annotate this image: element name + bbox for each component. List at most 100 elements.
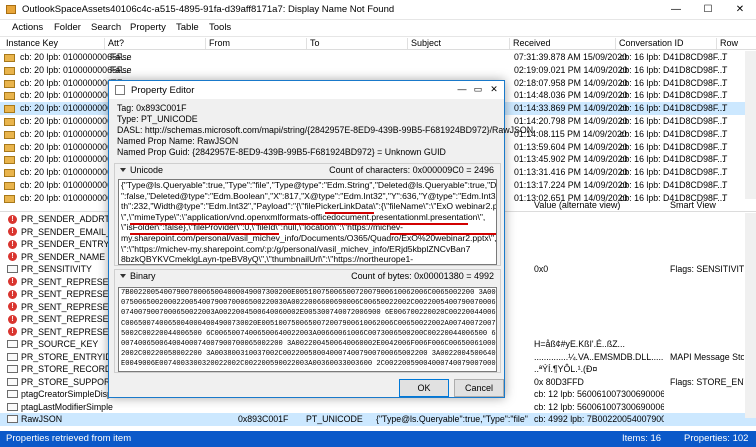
binary-hex-line: 5002C00220044006500 6C006500740065006400… <box>121 329 497 338</box>
unicode-text-line: ":false,"Deleted@type":"Edm.Boolean","X"… <box>121 190 497 201</box>
col-row[interactable]: Row <box>720 38 738 48</box>
maximize-button[interactable]: ☐ <box>692 0 724 20</box>
status-properties-count: Properties: 102 <box>684 433 749 444</box>
property-name: RawJSON <box>21 414 63 424</box>
property-icon <box>7 340 18 348</box>
col-conversation-id[interactable]: Conversation ID <box>619 38 684 48</box>
message-conversation-id: cb: 16 lpb: D41D8CD98F... <box>620 77 725 88</box>
message-row-flag: T <box>722 90 728 101</box>
dialog-close-icon[interactable]: ✕ <box>487 82 501 96</box>
unicode-char-count: Count of characters: 0x000009C0 = 2496 <box>329 165 494 175</box>
property-icon <box>7 402 18 411</box>
prop-tag: Tag: 0x893C001F <box>117 103 187 113</box>
message-row-flag: T <box>722 103 728 114</box>
property-value-alternate: cb: 12 lpb: 560061007300690006... <box>534 389 664 399</box>
envelope-app-icon <box>6 5 16 14</box>
message-row[interactable]: cb: 20 lpb: 01000000065F... False 02:19:09… <box>0 64 756 77</box>
menu-table[interactable]: Table <box>176 22 199 33</box>
dialog-title-bar: Property Editor — ▭ ✕ <box>109 81 504 99</box>
unicode-text-editor[interactable]: {"Type@ls.Queryable":true,"Type":"file",… <box>118 179 497 265</box>
message-received: 02:19:09.021 PM 14/09/2020 <box>514 64 628 75</box>
col-subject[interactable]: Subject <box>411 38 441 48</box>
minimize-button[interactable]: — <box>660 0 692 20</box>
message-conversation-id: cb: 16 lpb: D41D8CD98F... <box>620 90 725 101</box>
property-row[interactable]: RawJSON 0x893C001F PT_UNICODE {"Type@ls.Que… <box>0 413 756 426</box>
message-row-flag: T <box>722 154 728 165</box>
envelope-icon <box>4 182 15 190</box>
binary-hex-line: E0049006E0074003300320022002C00220059002… <box>121 360 497 369</box>
property-name: PR_SENDER_NAME <box>21 251 106 262</box>
col-value-alternate[interactable]: Value (alternate view) <box>534 200 620 210</box>
error-icon: ! <box>8 239 17 249</box>
binary-hex-line: 7B00220054007900700065004000049007300200… <box>121 289 497 297</box>
unicode-text-line: \":\"https://michev-my.sharepoint.com/:p… <box>121 243 471 254</box>
property-smart-view: MAPI Message Stor... <box>670 351 744 362</box>
message-row-flag: T <box>722 141 728 152</box>
cancel-button[interactable]: Cancel <box>454 379 504 397</box>
message-row-flag: T <box>722 52 728 62</box>
message-row[interactable]: cb: 20 lpb: 01000000065F... False 07:31:39… <box>0 51 756 64</box>
property-icon <box>7 390 18 398</box>
col-from[interactable]: From <box>209 38 230 48</box>
unicode-label: Unicode <box>130 165 164 175</box>
unicode-text-line: {"Type@ls.Queryable":true,"Type":"file",… <box>121 180 497 190</box>
error-icon: ! <box>8 289 17 299</box>
property-value-alternate: cb: 4992 lpb: 7B0022005400790070... <box>534 414 664 424</box>
menu-folder[interactable]: Folder <box>54 22 81 33</box>
message-conversation-id: cb: 16 lpb: D41D8CD98F... <box>620 52 725 62</box>
unicode-text-line: th":232,"Width@type":"Edm.Int32","Payloa… <box>121 201 497 212</box>
prop-type: Type: PT_UNICODE <box>117 114 198 124</box>
col-attachment[interactable]: Att? <box>108 38 124 48</box>
property-list-scrollbar[interactable] <box>745 213 756 418</box>
message-conversation-id: cb: 16 lpb: D41D8CD98F... <box>620 116 725 126</box>
menu-tools[interactable]: Tools <box>209 22 231 33</box>
collapse-triangle-icon <box>120 168 126 172</box>
property-value-alternate: ..............¼.VA..EMSMDB.DLL........ <box>534 351 664 362</box>
property-name: PR_SENT_REPRESENTING_... <box>21 289 113 299</box>
collapse-triangle-icon <box>120 274 126 278</box>
ok-button[interactable]: OK <box>399 379 449 397</box>
error-icon: ! <box>8 214 17 224</box>
col-received[interactable]: Received <box>513 38 551 48</box>
col-to[interactable]: To <box>310 38 320 48</box>
envelope-icon <box>4 66 15 75</box>
envelope-icon <box>4 156 15 165</box>
message-received: 01:13:59.604 PM 14/09/2020 <box>514 141 628 152</box>
binary-hex-editor[interactable]: 7B00220054007900700065004000049007300200… <box>118 287 497 372</box>
error-icon: ! <box>8 277 17 286</box>
binary-hex-line: C0065007400650040004004900730020E0051007… <box>121 319 497 328</box>
property-row[interactable]: ptagLastModifierSimpleD... cb: 12 lpb: 56… <box>0 401 756 414</box>
status-items-count: Items: 16 <box>622 433 662 444</box>
property-value-alternate: H=åß¢#yE.KßI'.É..ßZ... <box>534 339 625 349</box>
dialog-maximize-icon[interactable]: ▭ <box>471 82 485 96</box>
envelope-icon <box>4 54 15 62</box>
unicode-group: Unicode Count of characters: 0x000009C0 … <box>114 163 501 266</box>
message-row-flag: T <box>722 128 728 139</box>
property-icon <box>7 365 18 373</box>
binary-hex-line: 00740065006400400074007900700065002200 3… <box>121 340 497 349</box>
property-name: PR_SENDER_EMAIL_ADDRESS <box>21 226 113 237</box>
unicode-text-line: 8bzkQBYKVCmeklgLayn-tpeBV8yQ\",\"thumbna… <box>121 254 414 265</box>
error-icon: ! <box>8 252 17 261</box>
property-name: PR_SENDER_ENTRYID <box>21 239 113 249</box>
menu-property[interactable]: Property <box>130 22 166 33</box>
menu-actions[interactable]: Actions <box>12 22 43 33</box>
red-underline-annotation <box>130 233 279 236</box>
message-list-header: Instance Key Att? From To Subject Receiv… <box>0 36 756 50</box>
menu-search[interactable]: Search <box>91 22 121 33</box>
message-list-scrollbar[interactable] <box>745 51 756 199</box>
envelope-icon <box>4 143 15 152</box>
col-smart-view[interactable]: Smart View <box>670 200 716 210</box>
col-instance-key[interactable]: Instance Key <box>6 38 58 48</box>
property-name: ptagCreatorSimpleDispN... <box>21 389 113 399</box>
envelope-icon <box>4 169 15 178</box>
binary-hex-line: 075006500200022005400790070006500220030A… <box>121 299 497 308</box>
dialog-title: Property Editor <box>131 85 195 96</box>
property-name: ptagLastModifierSimpleD... <box>21 401 113 412</box>
unicode-text-line: \",\"mimeType\":\"application/vnd.openxm… <box>121 211 486 222</box>
close-button[interactable]: ✕ <box>724 0 756 20</box>
status-bar: Properties retrieved from item Items: 16… <box>0 431 756 447</box>
message-row-flag: T <box>722 180 728 190</box>
dialog-minimize-icon[interactable]: — <box>455 82 469 96</box>
property-value-alternate: ..ªÝÍ.¶YÔL.¹.(Ð¤ <box>534 364 598 374</box>
